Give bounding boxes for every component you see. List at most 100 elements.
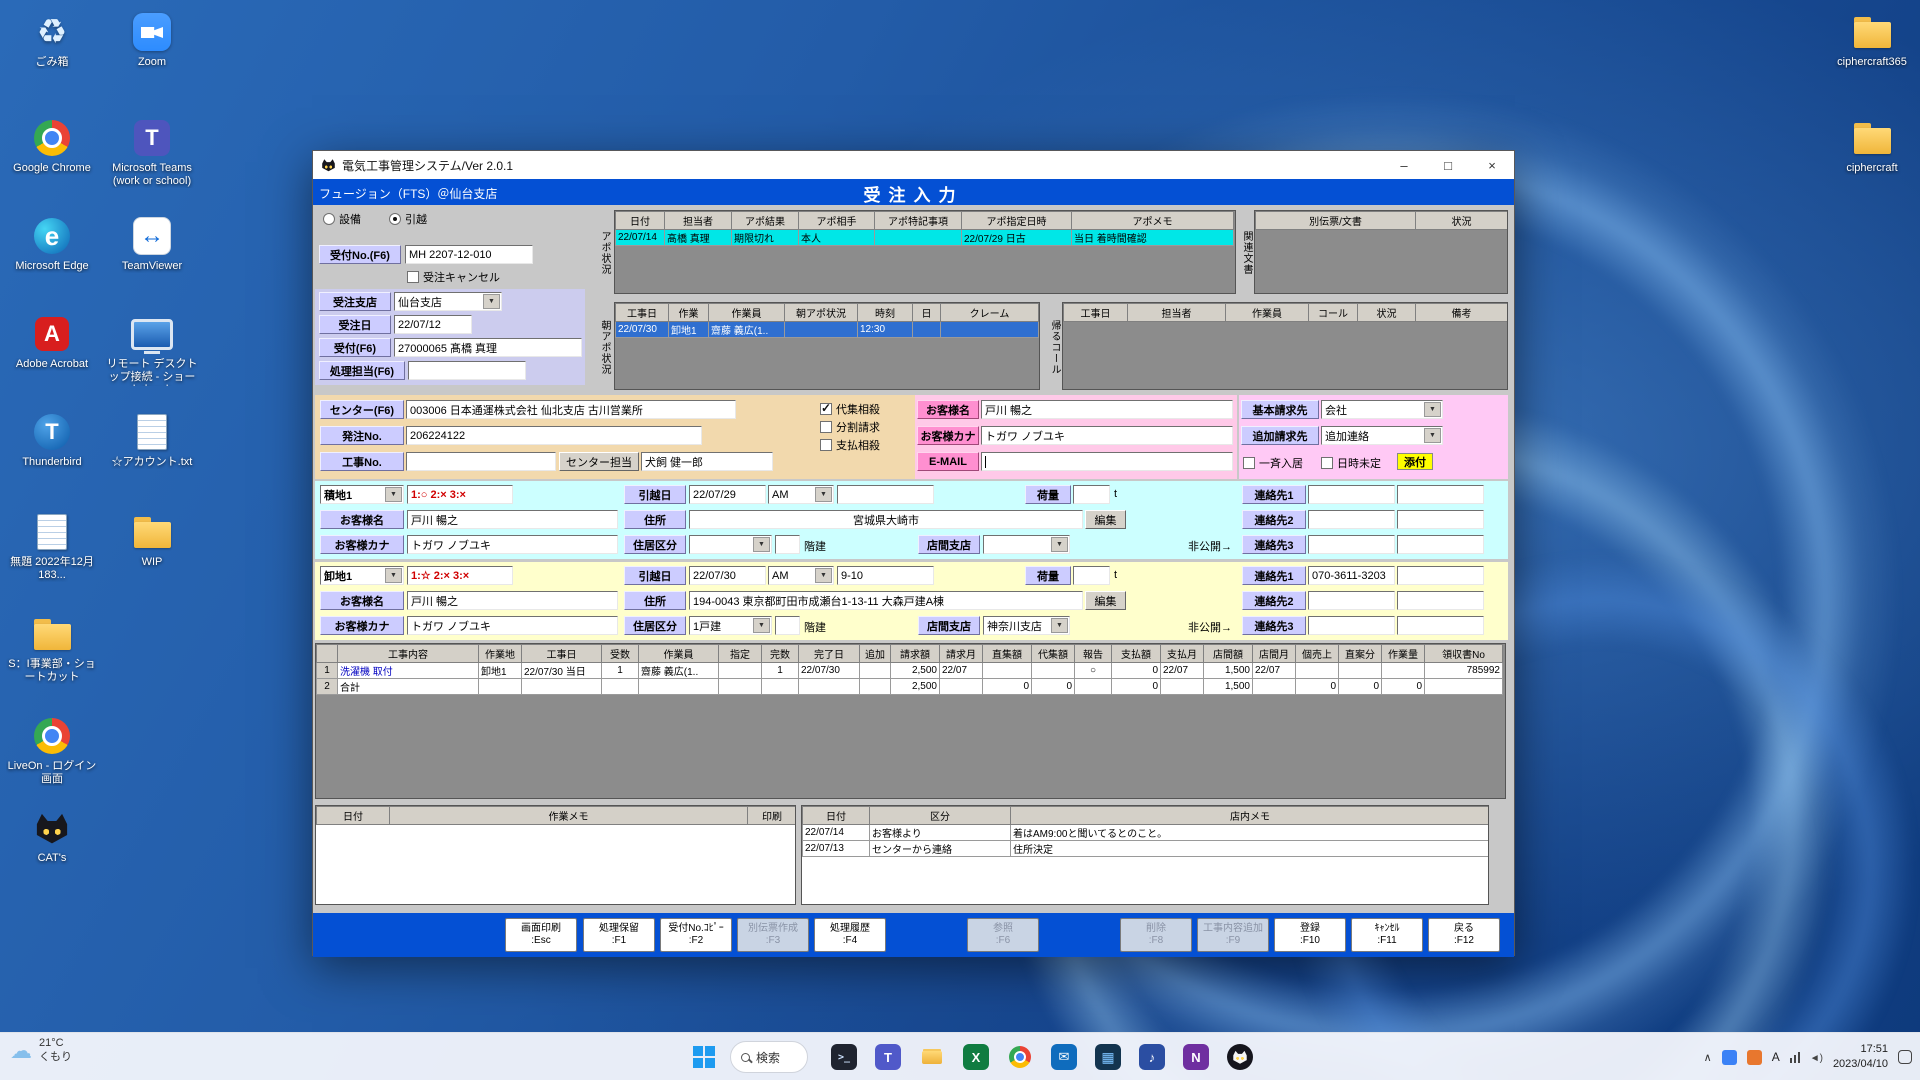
pickup-contact2-field2[interactable] (1397, 510, 1484, 529)
pickup-house-select[interactable] (689, 535, 772, 554)
taskbar-app-terminal[interactable] (824, 1037, 864, 1077)
dropoff-site-select[interactable]: 卸地1 (320, 566, 404, 585)
pickup-contact3-field2[interactable] (1397, 535, 1484, 554)
pickup-timeslot-field[interactable] (837, 485, 934, 504)
desktop-icon-edge[interactable]: Microsoft Edge (6, 214, 98, 273)
search-box[interactable]: 検索 (730, 1041, 808, 1073)
order-branch-select[interactable]: 仙台支店 (394, 292, 502, 311)
pickup-floor-field[interactable] (775, 535, 800, 554)
center-tanto-field[interactable]: 犬飼 健一郎 (641, 452, 773, 471)
table-row[interactable]: 2 合計2,5000001,500000 (317, 679, 1503, 695)
desktop-icon-zoom[interactable]: Zoom (106, 10, 198, 69)
pickup-contact2-field[interactable] (1308, 510, 1395, 529)
handler-field[interactable] (408, 361, 526, 380)
order-cancel-checkbox[interactable]: 受注キャンセル (407, 269, 500, 285)
notification-icon[interactable] (1898, 1050, 1912, 1064)
pickup-shop-select[interactable] (983, 535, 1070, 554)
dropoff-timeslot-field[interactable]: 9-10 (837, 566, 934, 585)
dropoff-contact1-field2[interactable] (1397, 566, 1484, 585)
dropoff-kana-field[interactable]: トガワ ノブユキ (407, 616, 618, 635)
table-row[interactable]: 22/07/14髙橋 真理期限切れ本人22/07/29 日古当日 着時間確認 (616, 230, 1234, 246)
tray-app-icon-2[interactable] (1747, 1050, 1762, 1065)
tray-app-icon-1[interactable] (1722, 1050, 1737, 1065)
pickup-site-select[interactable]: 積地1 (320, 485, 404, 504)
dropoff-house-select[interactable]: 1戸建 (689, 616, 772, 635)
volume-icon[interactable] (1810, 1050, 1823, 1064)
taskbar-app-cats[interactable] (1220, 1037, 1260, 1077)
dropoff-contact3-field[interactable] (1308, 616, 1395, 635)
taskbar-app-explorer[interactable] (912, 1037, 952, 1077)
network-icon[interactable] (1790, 1051, 1800, 1063)
window-titlebar[interactable]: 電気工事管理システム/Ver 2.0.1 – □ × (313, 151, 1514, 179)
desktop-icon-cats[interactable]: CAT's (6, 806, 98, 865)
desktop-icon-teamviewer[interactable]: TeamViewer (106, 214, 198, 273)
desktop-icon-thunderbird[interactable]: Thunderbird (6, 410, 98, 469)
dropoff-name-field[interactable]: 戸川 暢之 (407, 591, 618, 610)
create-slip-button[interactable]: 別伝票作成:F3 (737, 918, 809, 952)
copy-reception-no-button[interactable]: 受付No.ｺﾋﾟｰ:F2 (660, 918, 732, 952)
shiharai-sousai-checkbox[interactable]: 支払相殺 (820, 437, 880, 453)
weather-widget[interactable]: 21°Cくもり (10, 1037, 72, 1065)
desktop-icon-remote-desktop[interactable]: リモート デスクトップ接続 - ショートカット (106, 312, 198, 386)
pickup-movedate-field[interactable]: 22/07/29 (689, 485, 766, 504)
issei-nyukyo-checkbox[interactable]: 一斉入居 (1243, 455, 1303, 471)
hidden-icons-chevron[interactable] (1704, 1050, 1712, 1064)
taskbar-app-music[interactable] (1132, 1037, 1172, 1077)
taskbar-app-photos[interactable] (1088, 1037, 1128, 1077)
reference-button[interactable]: 参照:F6 (967, 918, 1039, 952)
email-field[interactable] (981, 452, 1233, 471)
pickup-address-field[interactable]: 宮城県大崎市 (689, 510, 1083, 529)
dropoff-contact2-field[interactable] (1308, 591, 1395, 610)
delete-button[interactable]: 削除:F8 (1120, 918, 1192, 952)
dropoff-address-field[interactable]: 194-0043 東京都町田市成瀬台1-13-11 大森戸建A棟 (689, 591, 1083, 610)
dropoff-contact2-field2[interactable] (1397, 591, 1484, 610)
dropoff-shop-select[interactable]: 神奈川支店 (983, 616, 1070, 635)
pickup-contact3-field[interactable] (1308, 535, 1395, 554)
dropoff-load-field[interactable] (1073, 566, 1110, 585)
table-row[interactable]: 22/07/14お客様より着はAM9:00と聞いてるとのこと。 (803, 825, 1490, 841)
order-type-hikkoshi[interactable]: 引越 (389, 211, 427, 227)
daishu-sousai-checkbox[interactable]: 代集相殺 (820, 401, 880, 417)
start-button[interactable] (684, 1037, 724, 1077)
center-field[interactable]: 003006 日本通運株式会社 仙北支店 古川営業所 (406, 400, 736, 419)
back-button[interactable]: 戻る:F12 (1428, 918, 1500, 952)
table-row-selected[interactable]: 22/07/30卸地1齋藤 義広(1..12:30 (616, 322, 1039, 338)
desktop-icon-teams[interactable]: Microsoft Teams (work or school) (106, 116, 198, 188)
reception-field[interactable]: 27000065 髙橋 真理 (394, 338, 582, 357)
taskbar-app-mail[interactable] (1044, 1037, 1084, 1077)
maximize-button[interactable]: □ (1426, 151, 1470, 179)
hatchu-no-field[interactable]: 206224122 (406, 426, 702, 445)
dropoff-contact3-field2[interactable] (1397, 616, 1484, 635)
attachment-badge[interactable]: 添付 (1397, 453, 1433, 470)
hold-button[interactable]: 処理保留:F1 (583, 918, 655, 952)
dropoff-contact1-field[interactable]: 070-3611-3203 (1308, 566, 1395, 585)
desktop-icon-shortcut-folder[interactable]: S：I事業部・ショートカット (6, 612, 98, 684)
table-row[interactable]: 1 洗濯機 取付卸地122/07/30 当日1齋藤 義広(1..122/07/3… (317, 663, 1503, 679)
order-date-field[interactable]: 22/07/12 (394, 315, 472, 334)
pickup-kana-field[interactable]: トガワ ノブユキ (407, 535, 618, 554)
desktop-icon-chrome[interactable]: Google Chrome (6, 116, 98, 175)
dropoff-movedate-field[interactable]: 22/07/30 (689, 566, 766, 585)
pickup-load-field[interactable] (1073, 485, 1110, 504)
desktop-icon-liveon[interactable]: LiveOn - ログイン画面 (6, 714, 98, 786)
taskbar-clock[interactable]: 17:512023/04/10 (1833, 1042, 1888, 1072)
bunkatsu-seikyu-checkbox[interactable]: 分割請求 (820, 419, 880, 435)
taskbar-app-onenote[interactable] (1176, 1037, 1216, 1077)
add-billing-select[interactable]: 追加連絡 (1321, 426, 1443, 445)
table-row[interactable]: 22/07/13センターから連絡住所決定 (803, 841, 1490, 857)
minimize-button[interactable]: – (1382, 151, 1426, 179)
desktop-icon-acrobat[interactable]: Adobe Acrobat (6, 312, 98, 371)
cancel-button[interactable]: ｷｬﾝｾﾙ:F11 (1351, 918, 1423, 952)
basic-billing-select[interactable]: 会社 (1321, 400, 1443, 419)
dropoff-address-edit-button[interactable]: 編集 (1085, 591, 1126, 610)
pickup-address-edit-button[interactable]: 編集 (1085, 510, 1126, 529)
customer-kana-field[interactable]: トガワ ノブユキ (981, 426, 1233, 445)
ime-indicator[interactable]: A (1772, 1050, 1780, 1064)
desktop-icon-notepad-file[interactable]: 無題 2022年12月183... (6, 510, 98, 582)
koji-no-field[interactable] (406, 452, 556, 471)
taskbar-app-excel[interactable] (956, 1037, 996, 1077)
print-screen-button[interactable]: 画面印刷:Esc (505, 918, 577, 952)
desktop-icon-account-txt[interactable]: ☆アカウント.txt (106, 410, 198, 469)
pickup-ampm-select[interactable]: AM (768, 485, 834, 504)
order-type-setsubi[interactable]: 設備 (323, 211, 361, 227)
